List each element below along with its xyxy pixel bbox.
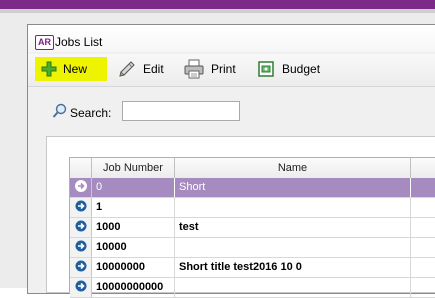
job-number-cell: 1000 [92, 218, 175, 237]
table-row[interactable]: 10000000000 [70, 278, 435, 298]
jobs-grid: Job Number Name 0 Short 1 1000 test 1000… [69, 157, 435, 298]
budget-button[interactable]: Budget [251, 57, 325, 81]
column-header-job-number[interactable]: Job Number [92, 158, 175, 178]
table-row[interactable]: 10000 [70, 238, 435, 258]
print-button[interactable]: Print [178, 57, 241, 81]
job-number-cell: 10000 [92, 238, 175, 257]
add-icon [41, 61, 57, 77]
row-indicator [70, 218, 92, 237]
edit-button[interactable]: Edit [112, 57, 169, 81]
column-header-extra[interactable] [411, 158, 435, 178]
magnifier-icon [52, 103, 68, 122]
row-indicator [70, 258, 92, 277]
top-accent-bar [0, 0, 435, 9]
row-arrow-icon [75, 260, 87, 275]
row-arrow-icon [75, 200, 87, 215]
job-name-cell: Short title test2016 10 0 [175, 258, 411, 277]
header-indicator-cell [70, 158, 92, 178]
table-row[interactable]: 0 Short [70, 178, 435, 198]
new-button-label: New [63, 62, 88, 76]
job-number-cell: 1 [92, 198, 175, 217]
printer-icon [183, 59, 205, 79]
app-logo-icon: AR [35, 35, 54, 50]
row-arrow-icon [74, 180, 87, 195]
job-number-cell: 0 [92, 178, 175, 197]
row-indicator [70, 198, 92, 217]
row-arrow-icon [75, 220, 87, 235]
job-number-cell: 10000000 [92, 258, 175, 277]
row-indicator [70, 238, 92, 257]
table-row[interactable]: 1 [70, 198, 435, 218]
search-label: Search: [70, 106, 112, 120]
job-name-cell: test [175, 218, 411, 237]
window-title: Jobs List [55, 35, 103, 49]
jobs-list-window: AR Jobs List New Edit Print Budget Searc… [27, 24, 435, 298]
grid-header: Job Number Name [70, 158, 435, 179]
edit-button-label: Edit [143, 62, 164, 76]
job-name-cell [175, 238, 411, 257]
search-area: Search: [28, 87, 435, 137]
new-button[interactable]: New [35, 57, 107, 81]
grid-panel: Job Number Name 0 Short 1 1000 test 1000… [46, 136, 435, 298]
window-titlebar[interactable]: AR Jobs List [28, 25, 435, 52]
pencil-icon [117, 59, 137, 79]
toolbar: New Edit Print Budget [28, 54, 435, 87]
column-header-name[interactable]: Name [175, 158, 411, 178]
search-input[interactable] [122, 101, 240, 121]
row-indicator [70, 178, 92, 197]
job-name-cell: Short [175, 178, 411, 197]
table-row[interactable]: 10000000 Short title test2016 10 0 [70, 258, 435, 278]
job-name-cell [175, 198, 411, 217]
print-button-label: Print [211, 62, 236, 76]
budget-icon [256, 59, 276, 79]
budget-button-label: Budget [282, 62, 321, 76]
table-row[interactable]: 1000 test [70, 218, 435, 238]
row-arrow-icon [75, 240, 87, 255]
